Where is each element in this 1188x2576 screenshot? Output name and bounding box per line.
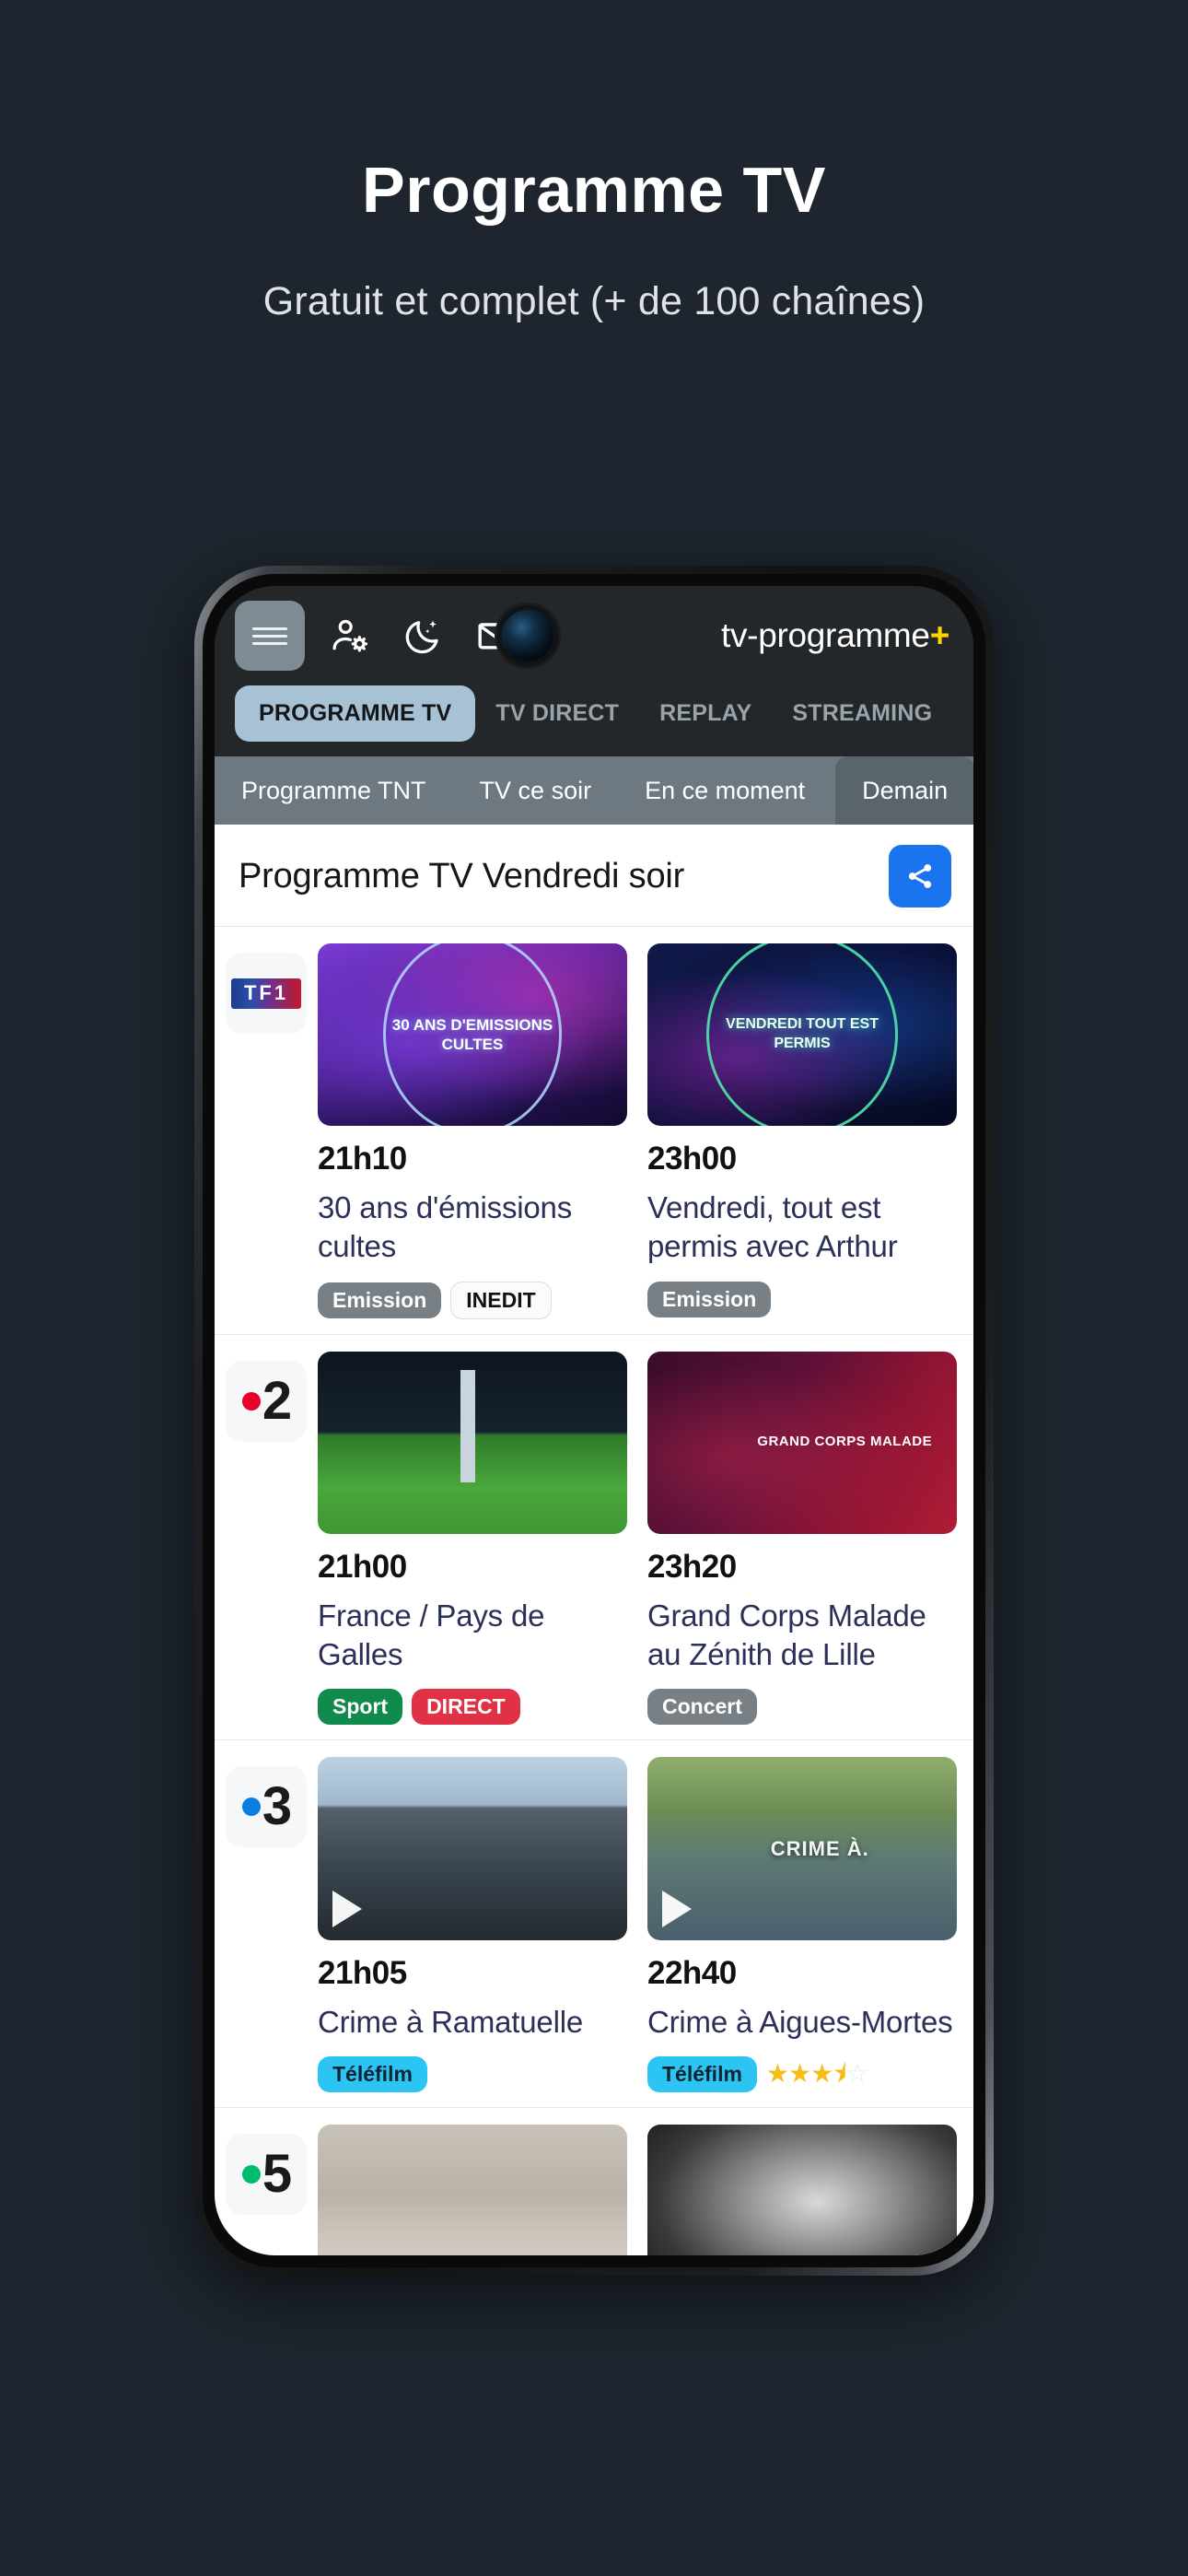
channel-logo-label: 5 [262, 2143, 292, 2204]
table-row[interactable]: TF1 30 ANS D'EMISSIONS CULTES 21h10 30 a… [215, 927, 973, 1335]
rating-stars: ★★★⯨☆ [765, 2059, 868, 2089]
phone-frame: @ tv-programme+ PROGRAMME TV TV DIRECT R… [194, 566, 994, 2276]
tab-programme-tv[interactable]: PROGRAMME TV [235, 685, 476, 742]
program-tags: Téléfilm ★★★⯨☆ [647, 2055, 957, 2092]
program-title[interactable]: Vendredi, tout est permis avec Arthur [647, 1188, 957, 1266]
play-icon[interactable] [332, 1890, 362, 1927]
program-title[interactable]: Crime à Ramatuelle [318, 2003, 627, 2042]
app-logo-plus: + [929, 616, 950, 654]
program-thumbnail[interactable]: CRIME À. [647, 1757, 957, 1940]
program-thumbnail[interactable]: GRAND CORPS MALADE [647, 1351, 957, 1534]
program-title[interactable]: Crime à Aigues-Mortes [647, 2003, 957, 2042]
app-logo-text: tv-programme [721, 616, 930, 654]
program-thumbnail[interactable]: 30 ANS D'EMISSIONS CULTES [318, 943, 627, 1127]
share-icon [908, 864, 932, 888]
channel-logo-france5[interactable]: 5 [215, 2125, 318, 2255]
sub-tab-programme-tnt[interactable]: Programme TNT [215, 756, 453, 825]
thumbnail-caption: 30 ANS D'EMISSIONS CULTES [382, 943, 563, 1127]
program-tags: Emission [647, 1281, 957, 1317]
program-time: 22h40 [647, 1954, 737, 1991]
channel-dot-icon [241, 2164, 261, 2184]
program-time: 21h10 [318, 1141, 407, 1177]
program-card[interactable]: 21h00 France / Pays de Galles Sport DIRE… [318, 1351, 627, 1726]
program-list[interactable]: Programme TV Vendredi soir TF1 30 ANS D'… [215, 825, 973, 2255]
app-logo[interactable]: tv-programme+ [721, 616, 949, 655]
status-badge: Sport [318, 1689, 403, 1726]
app-top-bar: @ tv-programme+ [215, 586, 973, 685]
tab-tv-direct[interactable]: TV DIRECT [475, 687, 639, 740]
program-thumbnail[interactable] [647, 2124, 957, 2255]
program-thumbnail[interactable] [318, 1757, 627, 1940]
status-badge: Emission [318, 1282, 442, 1318]
sub-tab-en-ce-moment[interactable]: En ce moment [618, 756, 832, 825]
program-time: 23h20 [647, 1548, 737, 1585]
channel-logo-label: TF1 [231, 978, 301, 1009]
night-mode-icon[interactable] [395, 607, 452, 664]
program-card[interactable]: CRIME À. 22h40 Crime à Aigues-Mortes Tél… [647, 1757, 957, 2092]
thumbnail-caption: GRAND CORPS MALADE [757, 1434, 933, 1450]
program-card[interactable]: 30 ANS D'EMISSIONS CULTES 21h10 30 ans d… [318, 943, 627, 1319]
page-title: Programme TV [362, 154, 826, 226]
phone-mockup: @ tv-programme+ PROGRAMME TV TV DIRECT R… [194, 566, 994, 2276]
program-card[interactable]: GRAND CORPS MALADE 23h20 Grand Corps Mal… [647, 1351, 957, 1726]
program-thumbnail[interactable] [318, 1351, 627, 1534]
menu-icon[interactable] [235, 601, 305, 671]
program-time: 23h00 [647, 1141, 737, 1177]
table-row[interactable]: 5 [215, 2108, 973, 2255]
tab-replay[interactable]: REPLAY [639, 687, 772, 740]
channel-logo-label: 3 [262, 1776, 292, 1837]
program-card[interactable]: VENDREDI TOUT EST PERMIS 23h00 Vendredi,… [647, 943, 957, 1319]
program-card[interactable] [647, 2124, 957, 2255]
phone-screen: @ tv-programme+ PROGRAMME TV TV DIRECT R… [215, 586, 973, 2255]
program-card[interactable]: 21h05 Crime à Ramatuelle Téléfilm [318, 1757, 627, 2092]
program-tags: Sport DIRECT [318, 1689, 627, 1726]
status-badge: Emission [647, 1281, 772, 1317]
channel-logo-label: 2 [262, 1370, 292, 1431]
list-title: Programme TV Vendredi soir [239, 856, 685, 896]
table-row[interactable]: 2 21h00 France / Pays de Galles Sport DI… [215, 1335, 973, 1741]
user-settings-icon[interactable] [321, 607, 379, 664]
sub-tab-tv-ce-soir[interactable]: TV ce soir [453, 756, 619, 825]
program-title[interactable]: Grand Corps Malade au Zénith de Lille [647, 1597, 957, 1674]
channel-dot-icon [241, 1797, 261, 1817]
sub-tab-demain[interactable]: Demain [835, 756, 973, 825]
program-time: 21h00 [318, 1548, 407, 1585]
front-camera-icon [502, 610, 553, 662]
program-thumbnail[interactable]: VENDREDI TOUT EST PERMIS [647, 943, 957, 1127]
main-tab-bar: PROGRAMME TV TV DIRECT REPLAY STREAMING [215, 685, 973, 756]
share-button[interactable] [889, 845, 951, 907]
channel-dot-icon [241, 1391, 261, 1411]
program-time: 21h05 [318, 1954, 407, 1991]
channel-logo-tf1[interactable]: TF1 [215, 943, 318, 1319]
thumbnail-caption: CRIME À. [770, 1836, 869, 1860]
tab-streaming[interactable]: STREAMING [772, 687, 952, 740]
program-tags: Concert [647, 1689, 957, 1726]
status-badge: INEDIT [450, 1281, 552, 1319]
program-tags: Téléfilm [318, 2055, 627, 2092]
program-title[interactable]: 30 ans d'émissions cultes [318, 1188, 627, 1266]
program-tags: Emission INEDIT [318, 1281, 627, 1319]
channel-logo-france3[interactable]: 3 [215, 1757, 318, 2091]
channel-logo-france2[interactable]: 2 [215, 1352, 318, 1726]
sub-tab-bar[interactable]: Programme TNT TV ce soir En ce moment De… [215, 756, 973, 825]
page-subtitle: Gratuit et complet (+ de 100 chaînes) [262, 279, 926, 323]
status-badge: Téléfilm [647, 2055, 757, 2092]
program-thumbnail[interactable] [318, 2124, 627, 2255]
thumbnail-caption: VENDREDI TOUT EST PERMIS [705, 943, 899, 1127]
program-card[interactable] [318, 2124, 627, 2255]
play-icon[interactable] [662, 1890, 692, 1927]
promo-header: Programme TV Gratuit et complet (+ de 10… [0, 0, 1188, 324]
program-title[interactable]: France / Pays de Galles [318, 1597, 627, 1674]
status-badge: Concert [647, 1689, 757, 1726]
status-badge: DIRECT [412, 1689, 520, 1726]
table-row[interactable]: 3 21h05 Crime à Ramatuelle Téléfilm CRIM… [215, 1740, 973, 2108]
status-badge: Téléfilm [318, 2055, 427, 2092]
phone-bezel: @ tv-programme+ PROGRAMME TV TV DIRECT R… [203, 574, 985, 2267]
list-header: Programme TV Vendredi soir [215, 825, 973, 927]
